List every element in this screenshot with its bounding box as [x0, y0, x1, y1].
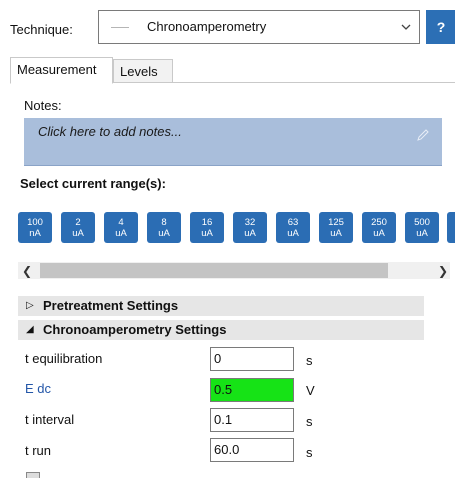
- range-value: 63: [287, 216, 299, 228]
- unit-label: s: [306, 414, 313, 429]
- unit-label: s: [306, 353, 313, 368]
- range-unit: uA: [115, 227, 127, 239]
- range-value: 100: [27, 216, 43, 228]
- range-value: 2: [75, 216, 81, 228]
- param-label-e-dc: E dc: [25, 381, 52, 396]
- range-unit: uA: [373, 227, 385, 239]
- chrono-section-header[interactable]: ◢ Chronoamperometry Settings: [18, 320, 424, 340]
- range-button-100na[interactable]: 100 nA: [18, 212, 52, 243]
- range-value: 4: [118, 216, 124, 228]
- range-unit: uA: [201, 227, 213, 239]
- range-button-16ua[interactable]: 16 uA: [190, 212, 224, 243]
- range-button-63ua[interactable]: 63 uA: [276, 212, 310, 243]
- range-button-4ua[interactable]: 4 uA: [104, 212, 138, 243]
- technique-label: Technique:: [10, 22, 73, 37]
- pretreatment-title: Pretreatment Settings: [43, 298, 179, 313]
- technique-select[interactable]: Chronoamperometry: [98, 10, 420, 44]
- range-unit: uA: [72, 227, 84, 239]
- range-value: 125: [328, 216, 344, 228]
- notes-placeholder: Click here to add notes...: [38, 124, 182, 139]
- range-button-125ua[interactable]: 125 uA: [319, 212, 353, 243]
- range-button-32ua[interactable]: 32 uA: [233, 212, 267, 243]
- t-interval-input[interactable]: 0.1: [210, 408, 294, 432]
- scrollbar-thumb[interactable]: [40, 263, 388, 278]
- line-style-icon: [111, 27, 129, 28]
- chevron-right-icon[interactable]: ❯: [438, 264, 448, 278]
- range-button-500ua[interactable]: 500 uA: [405, 212, 439, 243]
- range-value: 500: [414, 216, 430, 228]
- unit-label: V: [306, 383, 315, 398]
- notes-input[interactable]: Click here to add notes...: [24, 118, 442, 166]
- range-unit: uA: [158, 227, 170, 239]
- range-unit: nA: [29, 227, 41, 239]
- collapse-triangle-icon: ◢: [26, 324, 34, 335]
- param-label-t-equilibration: t equilibration: [25, 351, 103, 366]
- horizontal-scrollbar[interactable]: ❮ ❯: [18, 262, 450, 279]
- range-value: 8: [161, 216, 167, 228]
- range-button-250ua[interactable]: 250 uA: [362, 212, 396, 243]
- tab-levels[interactable]: Levels: [113, 59, 173, 83]
- range-unit: uA: [416, 227, 428, 239]
- range-value: 250: [371, 216, 387, 228]
- pencil-icon: [417, 129, 429, 141]
- partial-control: [26, 472, 40, 478]
- e-dc-input[interactable]: 0.5: [210, 378, 294, 402]
- tab-measurement[interactable]: Measurement: [10, 57, 113, 84]
- t-run-input[interactable]: 60.0: [210, 438, 294, 462]
- pretreatment-section-header[interactable]: ▷ Pretreatment Settings: [18, 296, 424, 316]
- notes-label: Notes:: [24, 98, 62, 113]
- chrono-title: Chronoamperometry Settings: [43, 322, 227, 337]
- range-unit: uA: [287, 227, 299, 239]
- range-value: 32: [244, 216, 256, 228]
- param-label-t-run: t run: [25, 443, 52, 458]
- range-value: 16: [201, 216, 213, 228]
- range-button-partial[interactable]: [447, 212, 455, 243]
- range-unit: uA: [330, 227, 342, 239]
- param-label-t-interval: t interval: [25, 412, 75, 427]
- technique-value: Chronoamperometry: [147, 19, 267, 34]
- current-range-label: Select current range(s):: [20, 176, 166, 191]
- chevron-left-icon[interactable]: ❮: [22, 264, 32, 278]
- unit-label: s: [306, 445, 313, 460]
- expand-triangle-icon: ▷: [26, 300, 34, 311]
- chevron-down-icon: [401, 24, 411, 30]
- range-unit: uA: [244, 227, 256, 239]
- help-button[interactable]: ?: [426, 10, 455, 44]
- range-button-2ua[interactable]: 2 uA: [61, 212, 95, 243]
- range-button-8ua[interactable]: 8 uA: [147, 212, 181, 243]
- t-equilibration-input[interactable]: 0: [210, 347, 294, 371]
